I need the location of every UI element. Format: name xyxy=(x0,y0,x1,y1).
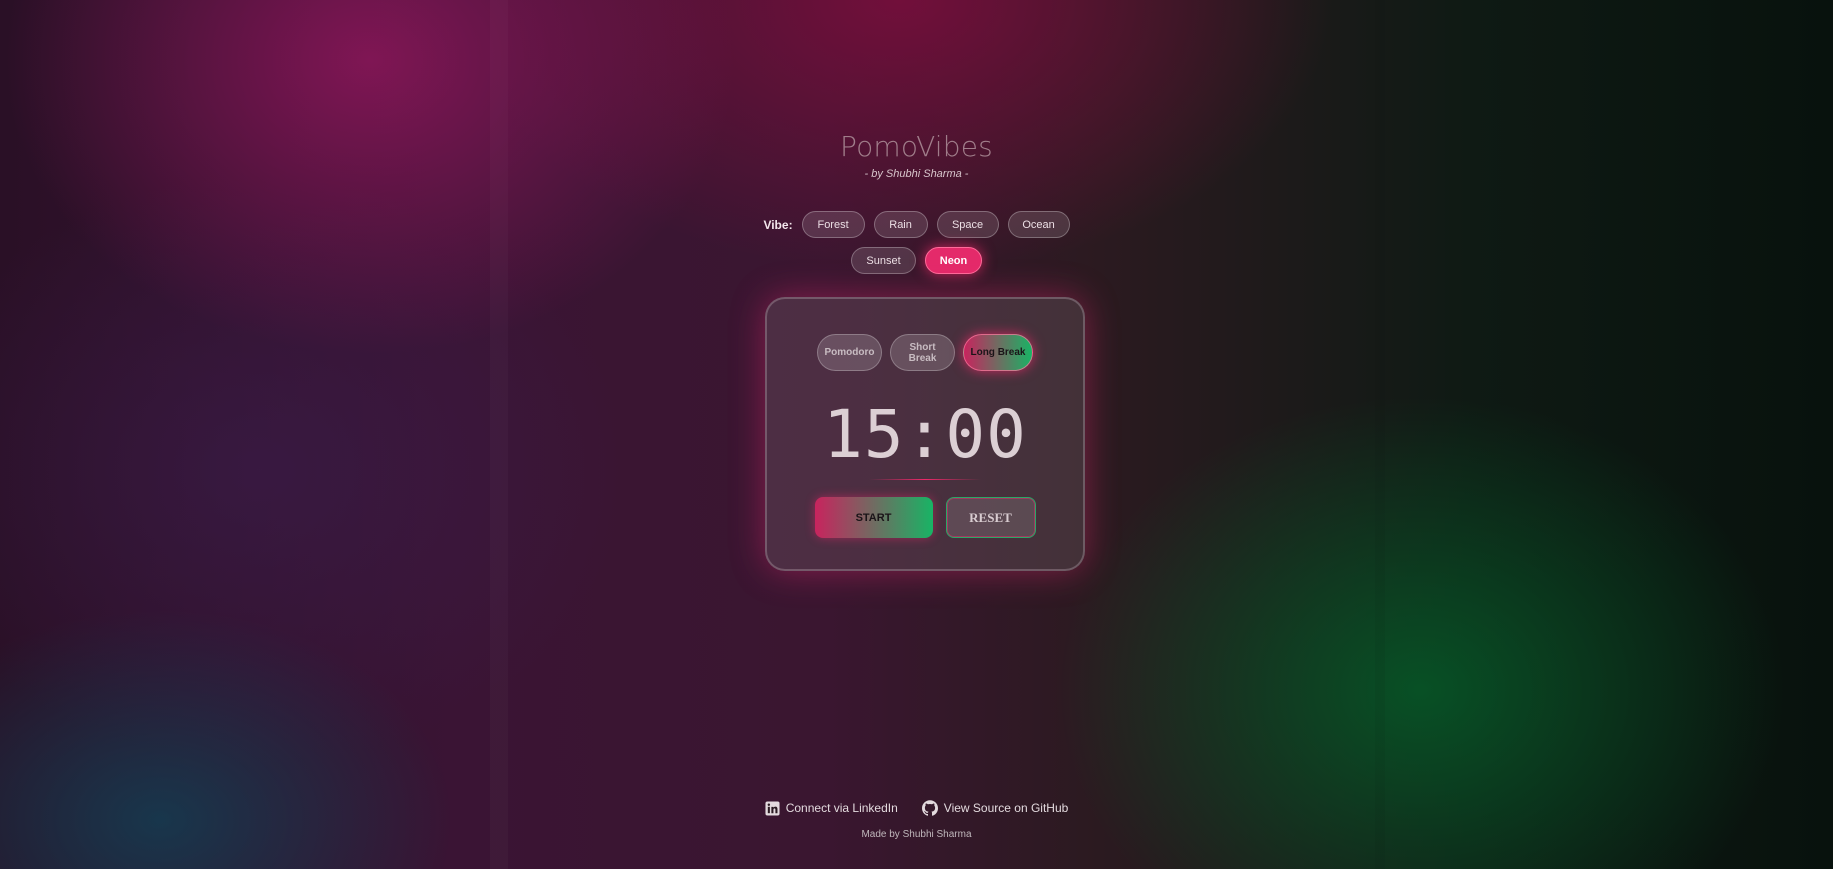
reset-button[interactable]: RESET xyxy=(945,497,1036,538)
vibe-button-neon[interactable]: Neon xyxy=(925,247,982,274)
timer-underline xyxy=(869,479,981,480)
vibe-button-ocean[interactable]: Ocean xyxy=(1007,211,1070,238)
mode-button-pomodoro[interactable]: Pomodoro xyxy=(817,334,882,371)
linkedin-link-label: Connect via LinkedIn xyxy=(785,801,898,815)
footer-links: Connect via LinkedIn View Source on GitH… xyxy=(0,800,1833,816)
header: PomoVibes - by Shubhi Sharma - xyxy=(0,130,1833,180)
timer-card: Pomodoro Short Break Long Break 15:00 ST… xyxy=(765,297,1085,571)
vibe-button-forest[interactable]: Forest xyxy=(801,211,865,238)
github-icon xyxy=(921,800,938,816)
vibe-label: Vibe: xyxy=(763,217,793,232)
github-link-label: View Source on GitHub xyxy=(943,801,1069,815)
vibe-selector: Vibe: Forest Rain Space Ocean xyxy=(0,211,1833,238)
github-link[interactable]: View Source on GitHub xyxy=(921,800,1069,816)
vibe-button-space[interactable]: Space xyxy=(936,211,999,238)
author-byline: - by Shubhi Sharma - xyxy=(864,168,969,180)
linkedin-link[interactable]: Connect via LinkedIn xyxy=(765,800,898,816)
mode-button-long-break[interactable]: Long Break xyxy=(963,334,1033,371)
start-button[interactable]: START xyxy=(814,497,933,538)
timer-controls: START RESET xyxy=(767,497,1083,538)
mode-tabs: Pomodoro Short Break Long Break xyxy=(767,334,1083,371)
mode-button-short-break[interactable]: Short Break xyxy=(890,334,955,371)
timer-display: 15:00 xyxy=(823,396,1027,473)
vibe-button-rain[interactable]: Rain xyxy=(873,211,928,238)
vibe-selector-row-2: Sunset Neon xyxy=(0,247,1833,274)
vibe-button-sunset[interactable]: Sunset xyxy=(851,247,916,274)
linkedin-icon xyxy=(765,800,780,816)
made-by-credit: Made by Shubhi Sharma xyxy=(861,829,972,840)
app-title: PomoVibes xyxy=(840,130,993,163)
